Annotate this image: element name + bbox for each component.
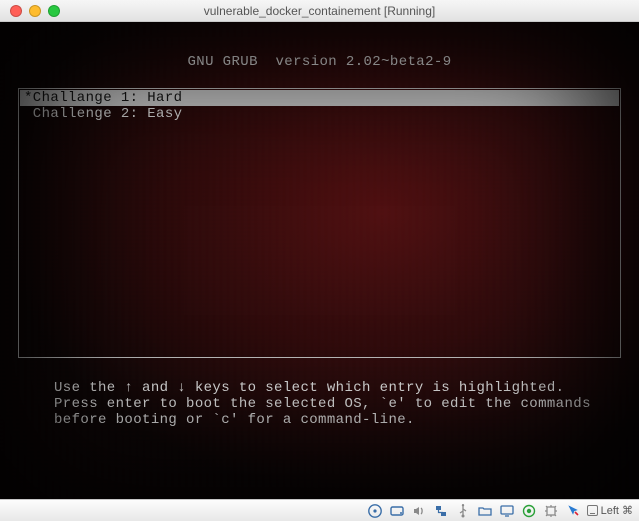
vm-statusbar: Left ⌘: [0, 499, 639, 521]
grub-menu-item[interactable]: Challenge 2: Easy: [20, 106, 619, 122]
recording-icon[interactable]: [521, 503, 537, 519]
shared-folders-icon[interactable]: [477, 503, 493, 519]
usb-icon[interactable]: [455, 503, 471, 519]
display-icon[interactable]: [499, 503, 515, 519]
grub-screen: GNU GRUB version 2.02~beta2-9 *Challange…: [0, 22, 639, 499]
grub-hint-text: Use the ↑ and ↓ keys to select which ent…: [54, 380, 594, 428]
disc-icon[interactable]: [367, 503, 383, 519]
grub-boot-menu[interactable]: *Challange 1: Hard Challenge 2: Easy: [18, 88, 621, 358]
mouse-integration-icon[interactable]: [565, 503, 581, 519]
grub-menu-item[interactable]: *Challange 1: Hard: [20, 90, 619, 106]
close-window-button[interactable]: [10, 5, 22, 17]
vm-display[interactable]: GNU GRUB version 2.02~beta2-9 *Challange…: [0, 22, 639, 499]
network-icon[interactable]: [433, 503, 449, 519]
host-key-icon: [587, 505, 598, 516]
minimize-window-button[interactable]: [29, 5, 41, 17]
cpu-icon[interactable]: [543, 503, 559, 519]
window-title: vulnerable_docker_containement [Running]: [0, 4, 639, 18]
harddisk-icon[interactable]: [389, 503, 405, 519]
grub-version-line: GNU GRUB version 2.02~beta2-9: [14, 54, 625, 70]
zoom-window-button[interactable]: [48, 5, 60, 17]
audio-icon[interactable]: [411, 503, 427, 519]
host-key-label: Left ⌘: [601, 504, 633, 517]
window-controls: [10, 5, 60, 17]
host-key-indicator[interactable]: Left ⌘: [587, 504, 633, 517]
window-titlebar: vulnerable_docker_containement [Running]: [0, 0, 639, 22]
